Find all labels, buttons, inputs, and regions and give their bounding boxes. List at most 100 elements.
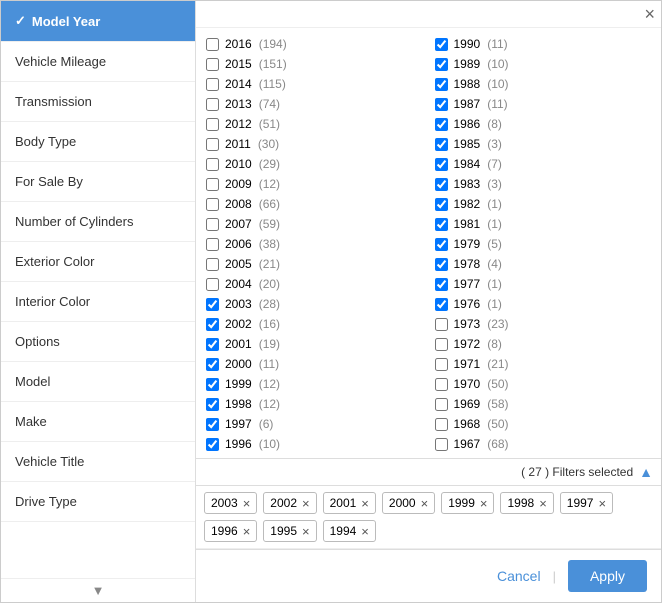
sidebar-item-number-of-cylinders[interactable]: Number of Cylinders — [1, 202, 195, 242]
year-checkbox[interactable] — [435, 258, 448, 271]
checkbox-row[interactable]: 1986(8) — [429, 114, 658, 134]
checkbox-row[interactable]: 1968(50) — [429, 414, 658, 434]
year-checkbox[interactable] — [435, 118, 448, 131]
checkbox-row[interactable]: 1985(3) — [429, 134, 658, 154]
checkbox-row[interactable]: 2000(11) — [200, 354, 429, 374]
year-checkbox[interactable] — [206, 238, 219, 251]
year-checkbox[interactable] — [435, 398, 448, 411]
year-checkbox[interactable] — [206, 138, 219, 151]
year-checkbox[interactable] — [435, 198, 448, 211]
year-checkbox[interactable] — [435, 178, 448, 191]
checkbox-row[interactable]: 1997(6) — [200, 414, 429, 434]
tag-remove[interactable]: × — [421, 497, 429, 510]
year-checkbox[interactable] — [206, 438, 219, 451]
checkbox-row[interactable]: 2013(74) — [200, 94, 429, 114]
year-checkbox[interactable] — [435, 98, 448, 111]
checkbox-row[interactable]: 1978(4) — [429, 254, 658, 274]
checkbox-row[interactable]: 1996(10) — [200, 434, 429, 454]
collapse-icon[interactable]: ▲ — [639, 464, 653, 480]
year-checkbox[interactable] — [435, 238, 448, 251]
checkbox-row[interactable]: 2011(30) — [200, 134, 429, 154]
checkbox-row[interactable]: 1979(5) — [429, 234, 658, 254]
checkbox-row[interactable]: 1969(58) — [429, 394, 658, 414]
checkbox-row[interactable]: 1982(1) — [429, 194, 658, 214]
sidebar-scroll-down[interactable]: ▼ — [1, 578, 195, 602]
tag-remove[interactable]: × — [598, 497, 606, 510]
year-checkbox[interactable] — [435, 418, 448, 431]
tag-remove[interactable]: × — [361, 525, 369, 538]
checkbox-row[interactable]: 1983(3) — [429, 174, 658, 194]
checkbox-row[interactable]: 1973(23) — [429, 314, 658, 334]
year-checkbox[interactable] — [435, 378, 448, 391]
checkbox-row[interactable]: 2001(19) — [200, 334, 429, 354]
checkbox-row[interactable]: 1970(50) — [429, 374, 658, 394]
year-checkbox[interactable] — [435, 138, 448, 151]
sidebar-item-model[interactable]: Model — [1, 362, 195, 402]
sidebar-item-make[interactable]: Make — [1, 402, 195, 442]
year-checkbox[interactable] — [435, 298, 448, 311]
tag-remove[interactable]: × — [361, 497, 369, 510]
checkbox-row[interactable]: 1987(11) — [429, 94, 658, 114]
year-checkbox[interactable] — [206, 78, 219, 91]
checkbox-row[interactable]: 1988(10) — [429, 74, 658, 94]
year-checkbox[interactable] — [206, 418, 219, 431]
year-checkbox[interactable] — [206, 58, 219, 71]
cancel-button[interactable]: Cancel — [497, 568, 541, 584]
year-checkbox[interactable] — [435, 78, 448, 91]
year-checkbox[interactable] — [206, 278, 219, 291]
checkbox-row[interactable]: 1972(8) — [429, 334, 658, 354]
sidebar-item-body-type[interactable]: Body Type — [1, 122, 195, 162]
tag-remove[interactable]: × — [480, 497, 488, 510]
checkbox-row[interactable]: 2014(115) — [200, 74, 429, 94]
year-checkbox[interactable] — [435, 38, 448, 51]
checkbox-row[interactable]: 2009(12) — [200, 174, 429, 194]
sidebar-item-transmission[interactable]: Transmission — [1, 82, 195, 122]
sidebar-item-vehicle-mileage[interactable]: Vehicle Mileage — [1, 42, 195, 82]
checkbox-row[interactable]: 2003(28) — [200, 294, 429, 314]
year-checkbox[interactable] — [206, 178, 219, 191]
checkbox-row[interactable]: 1976(1) — [429, 294, 658, 314]
sidebar-item-model-year[interactable]: ✓ Model Year — [1, 1, 195, 42]
sidebar-item-for-sale-by[interactable]: For Sale By — [1, 162, 195, 202]
checkbox-row[interactable]: 1999(12) — [200, 374, 429, 394]
checkbox-row[interactable]: 2004(20) — [200, 274, 429, 294]
year-checkbox[interactable] — [206, 38, 219, 51]
year-checkbox[interactable] — [435, 278, 448, 291]
checkbox-row[interactable]: 2007(59) — [200, 214, 429, 234]
sidebar-item-vehicle-title[interactable]: Vehicle Title — [1, 442, 195, 482]
checkbox-row[interactable]: 2002(16) — [200, 314, 429, 334]
checkbox-row[interactable]: 2010(29) — [200, 154, 429, 174]
checkbox-row[interactable]: 1984(7) — [429, 154, 658, 174]
tag-remove[interactable]: × — [243, 525, 251, 538]
checkbox-row[interactable]: 2016(194) — [200, 34, 429, 54]
sidebar-item-interior-color[interactable]: Interior Color — [1, 282, 195, 322]
year-checkbox[interactable] — [435, 438, 448, 451]
year-checkbox[interactable] — [206, 118, 219, 131]
checkbox-row[interactable]: 2006(38) — [200, 234, 429, 254]
close-button[interactable]: × — [644, 5, 655, 23]
checkbox-row[interactable]: 2015(151) — [200, 54, 429, 74]
year-checkbox[interactable] — [206, 358, 219, 371]
year-checkbox[interactable] — [206, 258, 219, 271]
tag-remove[interactable]: × — [302, 525, 310, 538]
year-checkbox[interactable] — [435, 58, 448, 71]
sidebar-item-options[interactable]: Options — [1, 322, 195, 362]
year-checkbox[interactable] — [206, 378, 219, 391]
year-checkbox[interactable] — [435, 318, 448, 331]
tag-remove[interactable]: × — [243, 497, 251, 510]
year-checkbox[interactable] — [435, 218, 448, 231]
checkbox-row[interactable]: 2012(51) — [200, 114, 429, 134]
year-checkbox[interactable] — [206, 158, 219, 171]
checkbox-row[interactable]: 2005(21) — [200, 254, 429, 274]
year-checkbox[interactable] — [435, 338, 448, 351]
tag-remove[interactable]: × — [302, 497, 310, 510]
checkbox-row[interactable]: 1990(11) — [429, 34, 658, 54]
year-checkbox[interactable] — [206, 98, 219, 111]
checkbox-row[interactable]: 1971(21) — [429, 354, 658, 374]
year-checkbox[interactable] — [206, 338, 219, 351]
year-checkbox[interactable] — [206, 298, 219, 311]
checkbox-row[interactable]: 1998(12) — [200, 394, 429, 414]
year-checkbox[interactable] — [435, 358, 448, 371]
year-checkbox[interactable] — [206, 198, 219, 211]
year-checkbox[interactable] — [206, 398, 219, 411]
